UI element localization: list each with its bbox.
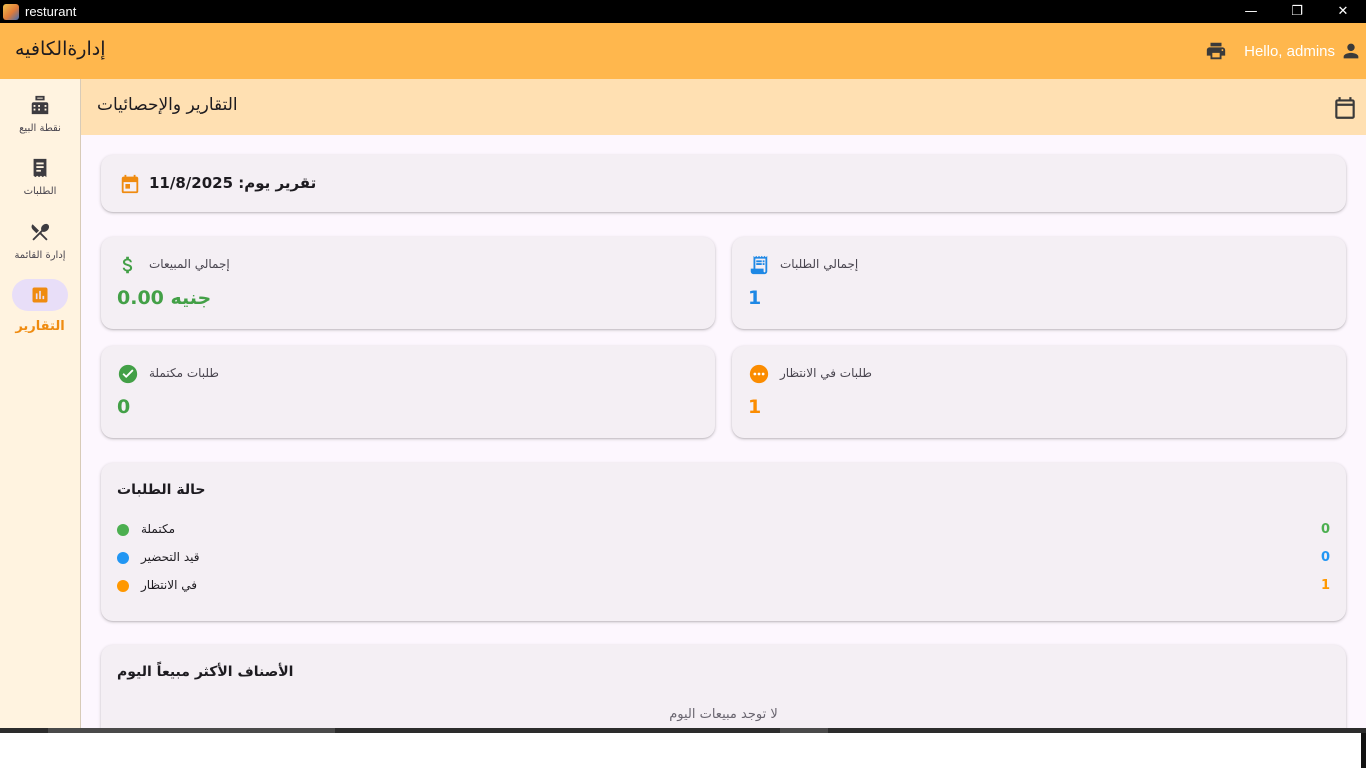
status-label-completed: مكتملة: [141, 522, 176, 536]
status-count-preparing: 0: [1320, 550, 1330, 565]
account-button[interactable]: [1339, 39, 1363, 63]
status-count-completed: 0: [1320, 522, 1330, 537]
user-greeting: Hello, admins: [1244, 42, 1335, 60]
status-label-pending: في الانتظار: [141, 578, 197, 592]
order-status-card: حالة الطلبات مكتملة 0 قيد التحضير 0 في ا…: [101, 463, 1346, 621]
user-area: Hello, admins: [1196, 23, 1366, 79]
top-items-title: الأصناف الأكثر مبيعاً اليوم: [117, 664, 294, 680]
navigation-rail: نقطة البيع الطلبات إدارة القائمة التقاري…: [0, 79, 81, 729]
top-items-empty: لا توجد مبيعات اليوم: [669, 707, 778, 722]
status-dot-pending: [117, 580, 129, 592]
window-controls: — ❐ ✕: [1228, 0, 1366, 23]
minimize-button[interactable]: —: [1228, 0, 1274, 23]
person-icon: [1343, 43, 1359, 59]
report-date: تقرير يوم: 11/8/2025: [149, 174, 317, 192]
receipt-long-icon: [748, 254, 770, 276]
receipt-icon: [28, 156, 52, 180]
report-date-card: تقرير يوم: 11/8/2025: [101, 155, 1346, 212]
status-row-preparing: قيد التحضير 0: [117, 548, 1330, 568]
pending-orders-label: طلبات في الانتظار: [780, 366, 872, 380]
rail-item-pos[interactable]: نقطة البيع: [0, 93, 80, 134]
rail-item-reports[interactable]: التقارير: [0, 279, 80, 334]
app-title: إدارةالكافيه: [15, 38, 106, 60]
rail-label-orders: الطلبات: [23, 186, 57, 197]
pending-orders-card: طلبات في الانتظار 1: [732, 346, 1346, 438]
total-sales-card: إجمالي المبيعات 0.00 جنيه: [101, 237, 715, 329]
app-icon: [3, 3, 19, 20]
rail-active-indicator: [12, 279, 68, 311]
status-dot-completed: [117, 524, 129, 536]
date-picker-button[interactable]: [1332, 95, 1358, 121]
dollar-icon: [117, 254, 139, 276]
rail-item-menu[interactable]: إدارة القائمة: [0, 220, 80, 261]
window-titlebar: resturant — ❐ ✕: [0, 0, 1366, 23]
pending-orders-value: 1: [748, 396, 762, 418]
status-dot-preparing: [117, 552, 129, 564]
calendar-icon: [1335, 97, 1355, 119]
page-title: التقارير والإحصائيات: [97, 95, 238, 115]
total-sales-label: إجمالي المبيعات: [149, 257, 230, 271]
total-orders-label: إجمالي الطلبات: [780, 257, 859, 271]
total-orders-value: 1: [748, 287, 762, 309]
app-bar: إدارةالكافيه Hello, admins: [0, 23, 1366, 79]
top-items-card: الأصناف الأكثر مبيعاً اليوم لا توجد مبيع…: [101, 645, 1346, 729]
window-edge: [1361, 733, 1366, 768]
status-row-pending: في الانتظار 1: [117, 576, 1330, 596]
completed-orders-value: 0: [117, 396, 131, 418]
order-status-title: حالة الطلبات: [117, 482, 206, 498]
restore-button[interactable]: ❐: [1274, 0, 1320, 23]
printer-icon: [1206, 42, 1226, 60]
reports-content: تقرير يوم: 11/8/2025 إجمالي المبيعات 0.0…: [81, 135, 1366, 729]
point-of-sale-icon: [28, 93, 52, 117]
rail-label-pos: نقطة البيع: [19, 123, 61, 134]
completed-orders-card: طلبات مكتملة 0: [101, 346, 715, 438]
calendar-icon: [119, 173, 141, 195]
close-button[interactable]: ✕: [1320, 0, 1366, 23]
rail-item-orders[interactable]: الطلبات: [0, 156, 80, 197]
print-button[interactable]: [1196, 31, 1236, 71]
total-sales-value: 0.00 جنيه: [117, 287, 212, 309]
rail-label-reports: التقارير: [15, 319, 65, 334]
window-title: resturant: [25, 4, 77, 19]
desktop-area: [0, 733, 1366, 768]
pending-icon: [748, 363, 770, 385]
restaurant-menu-icon: [28, 220, 52, 244]
check-circle-icon: [117, 363, 139, 385]
rail-label-menu: إدارة القائمة: [14, 250, 66, 261]
completed-orders-label: طلبات مكتملة: [149, 366, 219, 380]
status-label-preparing: قيد التحضير: [141, 550, 200, 564]
bar-chart-icon: [32, 287, 48, 303]
status-row-completed: مكتملة 0: [117, 520, 1330, 540]
status-count-pending: 1: [1320, 578, 1330, 593]
total-orders-card: إجمالي الطلبات 1: [732, 237, 1346, 329]
page-header: التقارير والإحصائيات: [81, 79, 1366, 135]
